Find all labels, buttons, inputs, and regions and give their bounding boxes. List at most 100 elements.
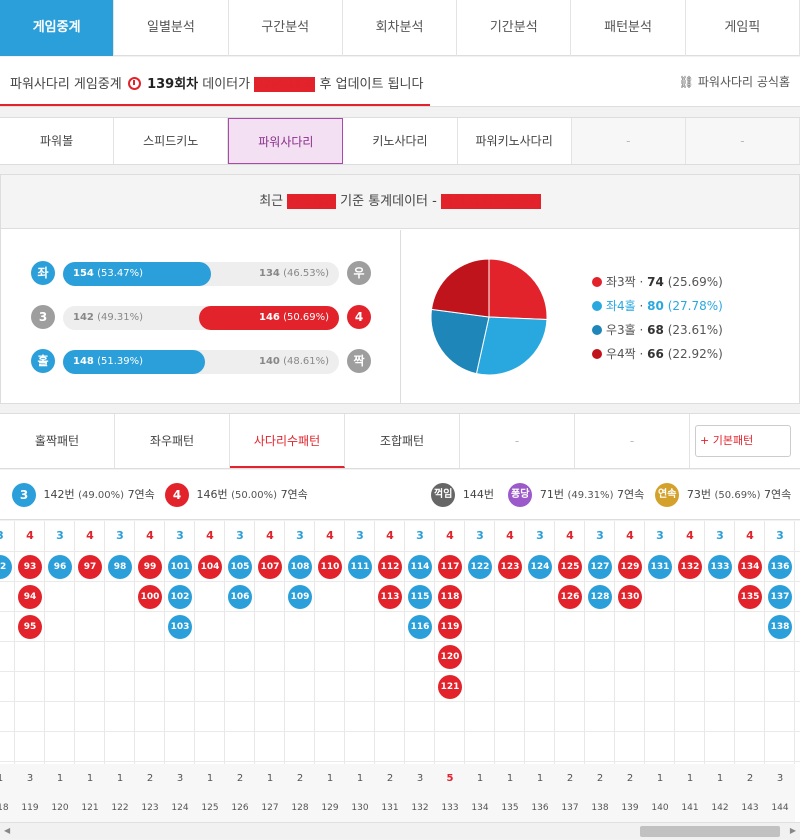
pongdang-streak: 7연속 bbox=[616, 488, 645, 501]
column-round: 127 bbox=[255, 794, 285, 822]
column-round: 123 bbox=[135, 794, 165, 822]
column-count: 1 bbox=[45, 764, 75, 794]
grid-ball: 105 bbox=[228, 555, 252, 579]
pattern-grid: 3921118493949531193961120497112139811224… bbox=[0, 521, 800, 839]
grid-ball: 94 bbox=[18, 585, 42, 609]
grid-column: 4 129 130 2 139 bbox=[615, 521, 645, 839]
grid-ball: 124 bbox=[528, 555, 552, 579]
game-tab-0[interactable]: 파워볼 bbox=[0, 118, 115, 164]
pie-slice-0 bbox=[488, 258, 548, 321]
update-progress-bar bbox=[0, 104, 430, 106]
column-head: 4 bbox=[626, 529, 634, 542]
grid-ball: 133 bbox=[708, 555, 732, 579]
pattern-tab-5[interactable]: - bbox=[575, 414, 690, 468]
legend-label: 좌4홀 bbox=[606, 299, 636, 313]
ratio-left-count: 148 bbox=[73, 356, 94, 367]
ratio-right-pct: (50.69%) bbox=[283, 312, 329, 323]
column-head: 4 bbox=[206, 529, 214, 542]
grid-ball: 137 bbox=[768, 585, 792, 609]
legend-label: 좌3짝 bbox=[606, 275, 636, 289]
grid-ball: 102 bbox=[168, 585, 192, 609]
pattern-tabs: + 기본패턴 홀짝패턴 좌우패턴 사다리수패턴 조합패턴 - - bbox=[0, 413, 800, 469]
column-round: 141 bbox=[675, 794, 705, 822]
grid-scrollbar[interactable]: ◀ ▶ bbox=[0, 822, 800, 839]
grid-ball: 131 bbox=[648, 555, 672, 579]
pattern-tab-0[interactable]: 홀짝패턴 bbox=[0, 414, 115, 468]
pattern-tab-3[interactable]: 조합패턴 bbox=[345, 414, 460, 468]
stats-panel: 최근 288게임 기준 통계데이터 - 베픽 라이브스코어 좌 우 154 (53.… bbox=[0, 174, 800, 404]
column-head: 4 bbox=[686, 529, 694, 542]
grid-column: 4 123 1 135 bbox=[495, 521, 525, 839]
column-round: 143 bbox=[735, 794, 765, 822]
nav-tab-3[interactable]: 회차분석 bbox=[343, 0, 458, 56]
scrollbar-thumb[interactable] bbox=[640, 826, 780, 837]
column-count: 1 bbox=[495, 764, 525, 794]
game-tab-5[interactable]: - bbox=[571, 118, 686, 164]
legend-dot bbox=[592, 325, 602, 335]
pattern-tab-2[interactable]: 사다리수패턴 bbox=[230, 414, 345, 468]
legend-item: 우3홀 · 68 (23.61%) bbox=[592, 318, 723, 342]
stats-game-count: 288게임 bbox=[287, 194, 336, 209]
column-head: 3 bbox=[0, 521, 15, 551]
game-tab-4[interactable]: 파워키노사다리 bbox=[458, 118, 572, 164]
game-tab-1[interactable]: 스피드키노 bbox=[114, 118, 229, 164]
game-tabs: 파워볼 스피드키노 파워사다리 키노사다리 파워키노사다리 - - bbox=[0, 117, 800, 165]
column-round: 131 bbox=[375, 794, 405, 822]
grid-column: 3 96 1 120 bbox=[45, 521, 75, 839]
column-count: 3 bbox=[405, 764, 435, 794]
scroll-left-icon[interactable]: ◀ bbox=[4, 826, 10, 835]
ratio-right-label: 140 (48.61%) bbox=[259, 350, 329, 374]
summary-consecutive: 연속 73번 (50.69%) 7연속 bbox=[655, 483, 791, 507]
nav-tab-2[interactable]: 구간분석 bbox=[229, 0, 343, 56]
clock-icon bbox=[127, 77, 141, 90]
ball-three: 3 bbox=[12, 483, 36, 507]
nav-tab-0[interactable]: 게임중계 bbox=[0, 0, 115, 56]
grid-column: 3 92 1118 bbox=[0, 521, 15, 839]
column-round: 128 bbox=[285, 794, 315, 822]
info-bar: 파워사다리 게임중계 139회차 데이터가 02분 18초 후 업데이트 됩니다… bbox=[0, 57, 800, 107]
pattern-tab-1[interactable]: 좌우패턴 bbox=[115, 414, 230, 468]
nav-tab-4[interactable]: 기간분석 bbox=[457, 0, 572, 56]
pie-slice-3 bbox=[430, 258, 490, 318]
ratio-left-ball: 홀 bbox=[31, 349, 55, 373]
countdown-time: 02분 18초 bbox=[254, 77, 316, 92]
grid-column: 4 117 118 119 120 121 5 133 bbox=[435, 521, 465, 839]
basic-pattern-button[interactable]: + 기본패턴 bbox=[695, 425, 791, 457]
nav-tab-5[interactable]: 패턴분석 bbox=[571, 0, 686, 56]
legend-label: 우4짝 bbox=[606, 347, 636, 361]
column-count: 3 bbox=[15, 764, 45, 794]
column-round: 130 bbox=[345, 794, 375, 822]
game-tab-2[interactable]: 파워사다리 bbox=[228, 118, 344, 164]
official-site-link[interactable]: ⛓ 파워사다리 공식홈 bbox=[679, 73, 790, 90]
legend-item: 우4짝 · 66 (22.92%) bbox=[592, 342, 723, 366]
grid-ball: 130 bbox=[618, 585, 642, 609]
scroll-right-icon[interactable]: ▶ bbox=[790, 826, 796, 835]
nav-tab-1[interactable]: 일별분석 bbox=[114, 0, 229, 56]
pattern-tab-4[interactable]: - bbox=[460, 414, 575, 468]
column-round: 125 bbox=[195, 794, 225, 822]
ratio-left-label: 142 (49.31%) bbox=[73, 306, 143, 330]
column-count: 2 bbox=[555, 764, 585, 794]
grid-row-line bbox=[0, 761, 800, 762]
grid-ball: 116 bbox=[408, 615, 432, 639]
column-count: 3 bbox=[765, 764, 795, 794]
column-count: 2 bbox=[285, 764, 315, 794]
column-head: 3 bbox=[776, 529, 784, 542]
nav-tab-6[interactable]: 게임픽 bbox=[686, 0, 800, 56]
grid-ball: 96 bbox=[48, 555, 72, 579]
ratio-right-pct: (46.53%) bbox=[283, 268, 329, 279]
grid-ball: 109 bbox=[288, 585, 312, 609]
ratio-right-count: 140 bbox=[259, 356, 280, 367]
column-round: 120 bbox=[45, 794, 75, 822]
grid-column: 3 111 1 130 bbox=[345, 521, 375, 839]
ratio-left-count: 154 bbox=[73, 268, 94, 279]
legend-pct: (23.61%) bbox=[667, 323, 723, 337]
grid-column: 3 114 115 116 3 132 bbox=[405, 521, 435, 839]
column-count: 2 bbox=[135, 764, 165, 794]
grid-row-line bbox=[0, 641, 800, 642]
column-head: 3 bbox=[656, 529, 664, 542]
game-tab-3[interactable]: 키노사다리 bbox=[343, 118, 458, 164]
pie-chart bbox=[430, 258, 548, 376]
game-tab-6[interactable]: - bbox=[685, 118, 800, 164]
grid-ball: 106 bbox=[228, 585, 252, 609]
